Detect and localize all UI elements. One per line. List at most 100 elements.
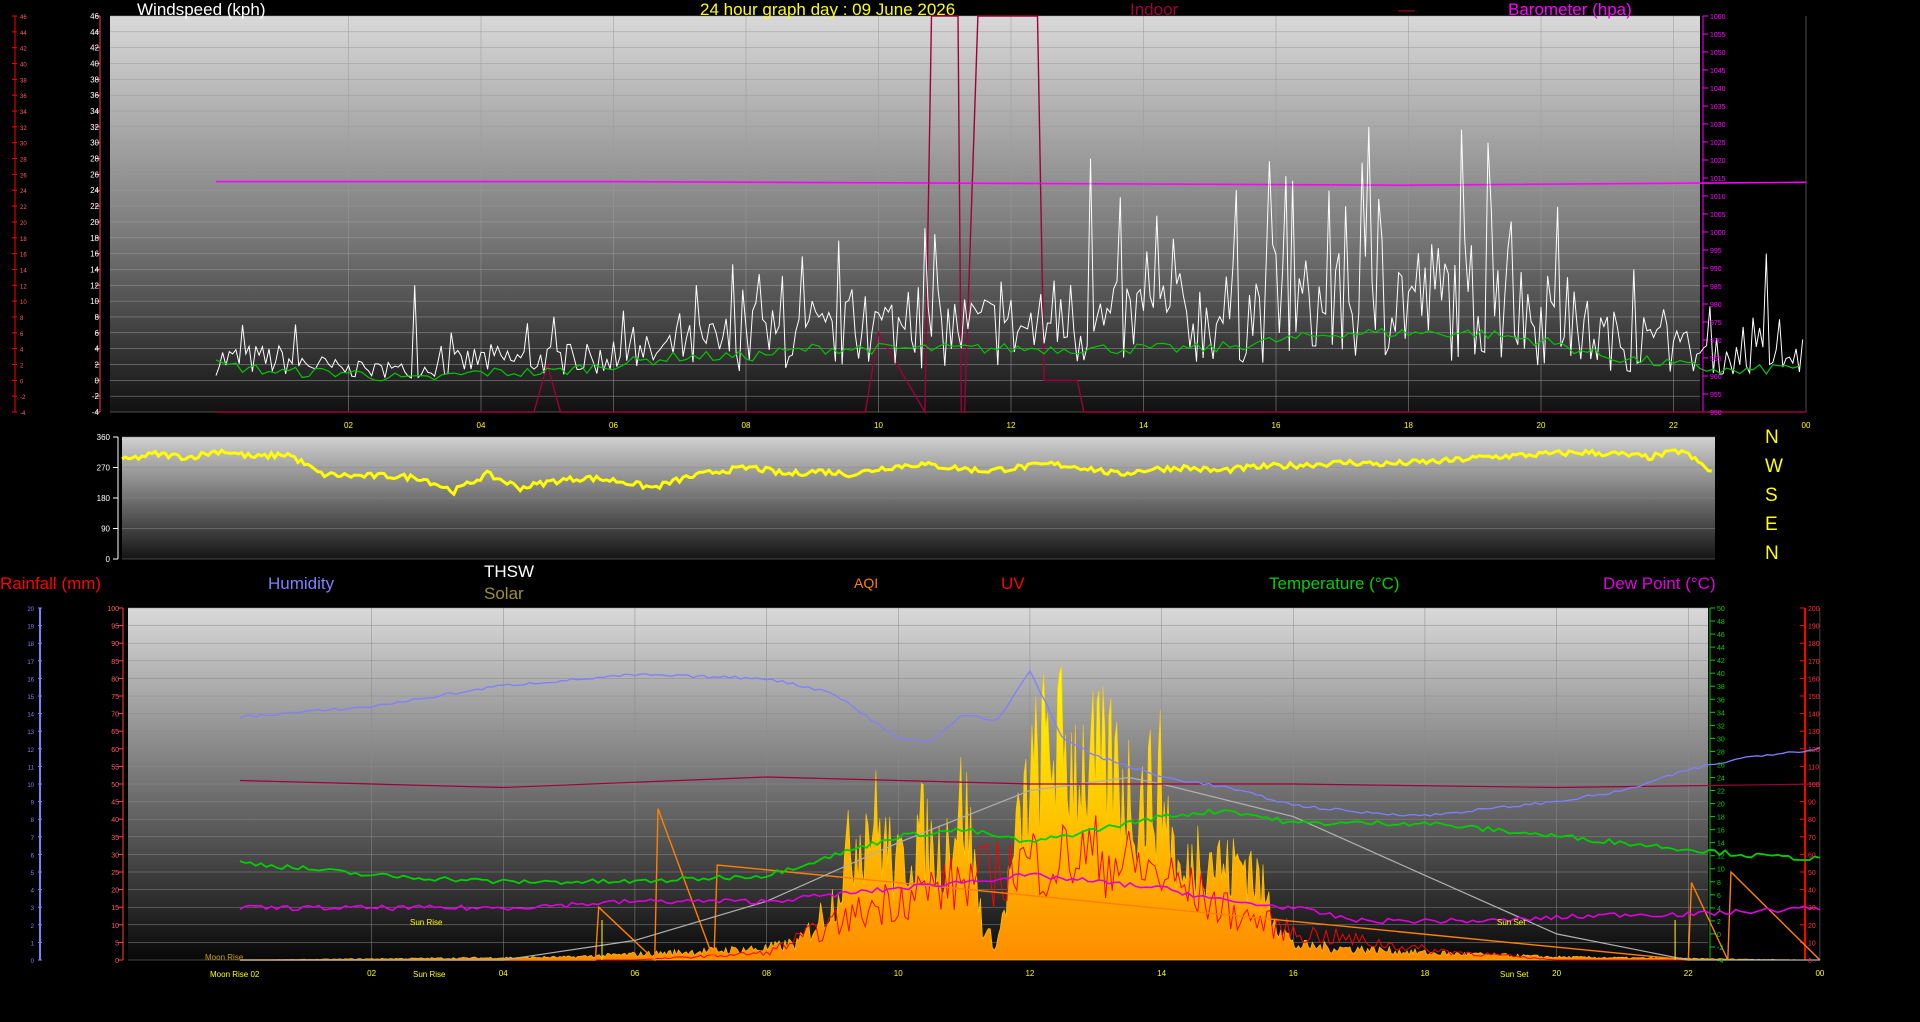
solar-tick-label: 50 (1808, 870, 1816, 877)
solar-tick-label: 110 (1808, 764, 1819, 771)
wind-left-tick-label: 6 (95, 329, 100, 338)
thsw-legend-label: THSW (484, 562, 535, 581)
rain-tick-label: 1 (31, 941, 35, 947)
temperature-tick-label: 2 (1717, 919, 1721, 926)
wind-far-left-tick-label: 22 (20, 205, 27, 211)
direction-tick-label: 180 (97, 494, 111, 503)
direction-letter-n-top: N (1765, 427, 1779, 448)
environment-left-tick-label: 65 (111, 729, 119, 736)
temperature-tick-label: -2 (1717, 945, 1723, 952)
wind-left-tick-label: 12 (90, 281, 99, 290)
rain-tick-label: 14 (27, 713, 34, 719)
rain-tick-label: 16 (27, 677, 34, 683)
indoor-legend-label: Indoor (1130, 0, 1179, 19)
direction-letter-n-bottom: N (1765, 543, 1779, 564)
solar-tick-label: 0 (1808, 958, 1812, 965)
wind-x-tick-label: 18 (1404, 421, 1413, 430)
solar-tick-label: 60 (1808, 852, 1816, 859)
barometer-tick-label: 980 (1710, 302, 1722, 309)
wind-x-tick-label: 06 (609, 421, 618, 430)
temperature-tick-label: 12 (1717, 854, 1725, 861)
wind-x-tick-label: 08 (742, 421, 751, 430)
wind-far-left-tick-label: 34 (20, 110, 27, 116)
temperature-tick-label: 22 (1717, 789, 1725, 796)
wind-x-tick-label: 14 (1139, 421, 1148, 430)
temperature-tick-label: 40 (1717, 671, 1725, 678)
graph-title: 24 hour graph day : 09 June 2026 (700, 0, 956, 19)
environment-left-tick-label: 25 (111, 870, 119, 877)
environment-left-tick-label: 10 (111, 923, 119, 930)
direction-tick-label: 90 (101, 525, 110, 534)
barometer-tick-label: 965 (1710, 356, 1722, 363)
solar-tick-label: 140 (1808, 712, 1820, 719)
rain-tick-label: 0 (31, 959, 35, 965)
barometer-tick-label: 1000 (1710, 230, 1726, 237)
solar-legend-label: Solar (484, 584, 524, 603)
environment-left-tick-label: 70 (111, 712, 119, 719)
barometer-tick-label: 1050 (1710, 50, 1726, 57)
solar-tick-label: 120 (1808, 747, 1820, 754)
temperature-tick-label: 18 (1717, 815, 1725, 822)
wind-far-left-tick-label: -4 (20, 411, 26, 417)
wind-left-tick-label: 22 (90, 202, 99, 211)
wind-far-left-tick-label: 0 (20, 379, 24, 385)
wind-left-tick-label: 26 (90, 170, 99, 179)
wind-left-tick-label: 2 (95, 360, 100, 369)
wind-left-tick-label: 18 (90, 234, 99, 243)
environment-x-tick-label: 00 (1815, 969, 1824, 978)
environment-left-tick-label: 30 (111, 852, 119, 859)
barometer-tick-label: 960 (1710, 374, 1722, 381)
aqi-legend-label: AQI (854, 575, 879, 591)
rain-tick-label: 5 (31, 871, 35, 877)
temperature-tick-label: 48 (1717, 619, 1725, 626)
environment-left-tick-label: 15 (111, 905, 119, 912)
temperature-tick-label: 4 (1717, 906, 1721, 913)
solar-tick-label: 160 (1808, 676, 1820, 683)
wind-left-tick-label: 34 (90, 107, 99, 116)
wind-far-left-tick-label: 24 (20, 189, 27, 195)
direction-tick-label: 360 (97, 433, 111, 442)
wind-left-tick-label: 20 (90, 218, 99, 227)
environment-left-tick-label: 50 (111, 782, 119, 789)
barometer-tick-label: 970 (1710, 338, 1722, 345)
barometer-tick-label: 955 (1710, 392, 1722, 399)
barometer-tick-label: 1015 (1710, 176, 1726, 183)
temperature-tick-label: 50 (1717, 606, 1725, 613)
rain-tick-label: 15 (27, 695, 34, 701)
direction-tick-label: 0 (106, 555, 111, 564)
wind-far-left-tick-label: 12 (20, 284, 27, 290)
wind-left-tick-label: 10 (90, 297, 99, 306)
wind-x-tick-label: 22 (1669, 421, 1678, 430)
wind-far-left-tick-label: 32 (20, 126, 27, 132)
wind-far-left-tick-label: 30 (20, 142, 27, 148)
rain-tick-label: 6 (31, 853, 35, 859)
temperature-tick-label: 34 (1717, 710, 1725, 717)
barometer-tick-label: 975 (1710, 320, 1722, 327)
sun-rise-plot-label: Sun Rise (410, 918, 443, 927)
temperature-tick-label: 6 (1717, 893, 1721, 900)
rain-tick-label: 9 (31, 801, 35, 807)
wind-left-tick-label: 44 (90, 28, 99, 37)
sun-set-axis-label: Sun Set (1500, 970, 1529, 979)
solar-tick-label: 30 (1808, 905, 1816, 912)
wind-far-left-tick-label: 42 (20, 47, 27, 53)
wind-left-tick-label: 30 (90, 139, 99, 148)
temperature-tick-label: 28 (1717, 749, 1725, 756)
wind-left-tick-label: 24 (90, 186, 99, 195)
wind-x-tick-label: 00 (1802, 421, 1811, 430)
solar-tick-label: 20 (1808, 923, 1816, 930)
environment-left-tick-label: 0 (115, 958, 119, 965)
barometer-tick-label: 1045 (1710, 68, 1726, 75)
indoor-legend-mark: — (1398, 0, 1415, 19)
rain-tick-label: 7 (31, 836, 35, 842)
wind-x-tick-label: 20 (1537, 421, 1546, 430)
rain-tick-label: 12 (27, 748, 34, 754)
environment-left-tick-label: 100 (107, 606, 119, 613)
environment-x-tick-label: 20 (1552, 969, 1561, 978)
environment-x-tick-label: 18 (1420, 969, 1429, 978)
temperature-tick-label: 26 (1717, 762, 1725, 769)
wind-x-tick-label: 16 (1272, 421, 1281, 430)
wind-left-tick-label: 16 (90, 250, 99, 259)
wind-left-tick-label: 38 (90, 75, 99, 84)
barometer-tick-label: 1010 (1710, 194, 1726, 201)
